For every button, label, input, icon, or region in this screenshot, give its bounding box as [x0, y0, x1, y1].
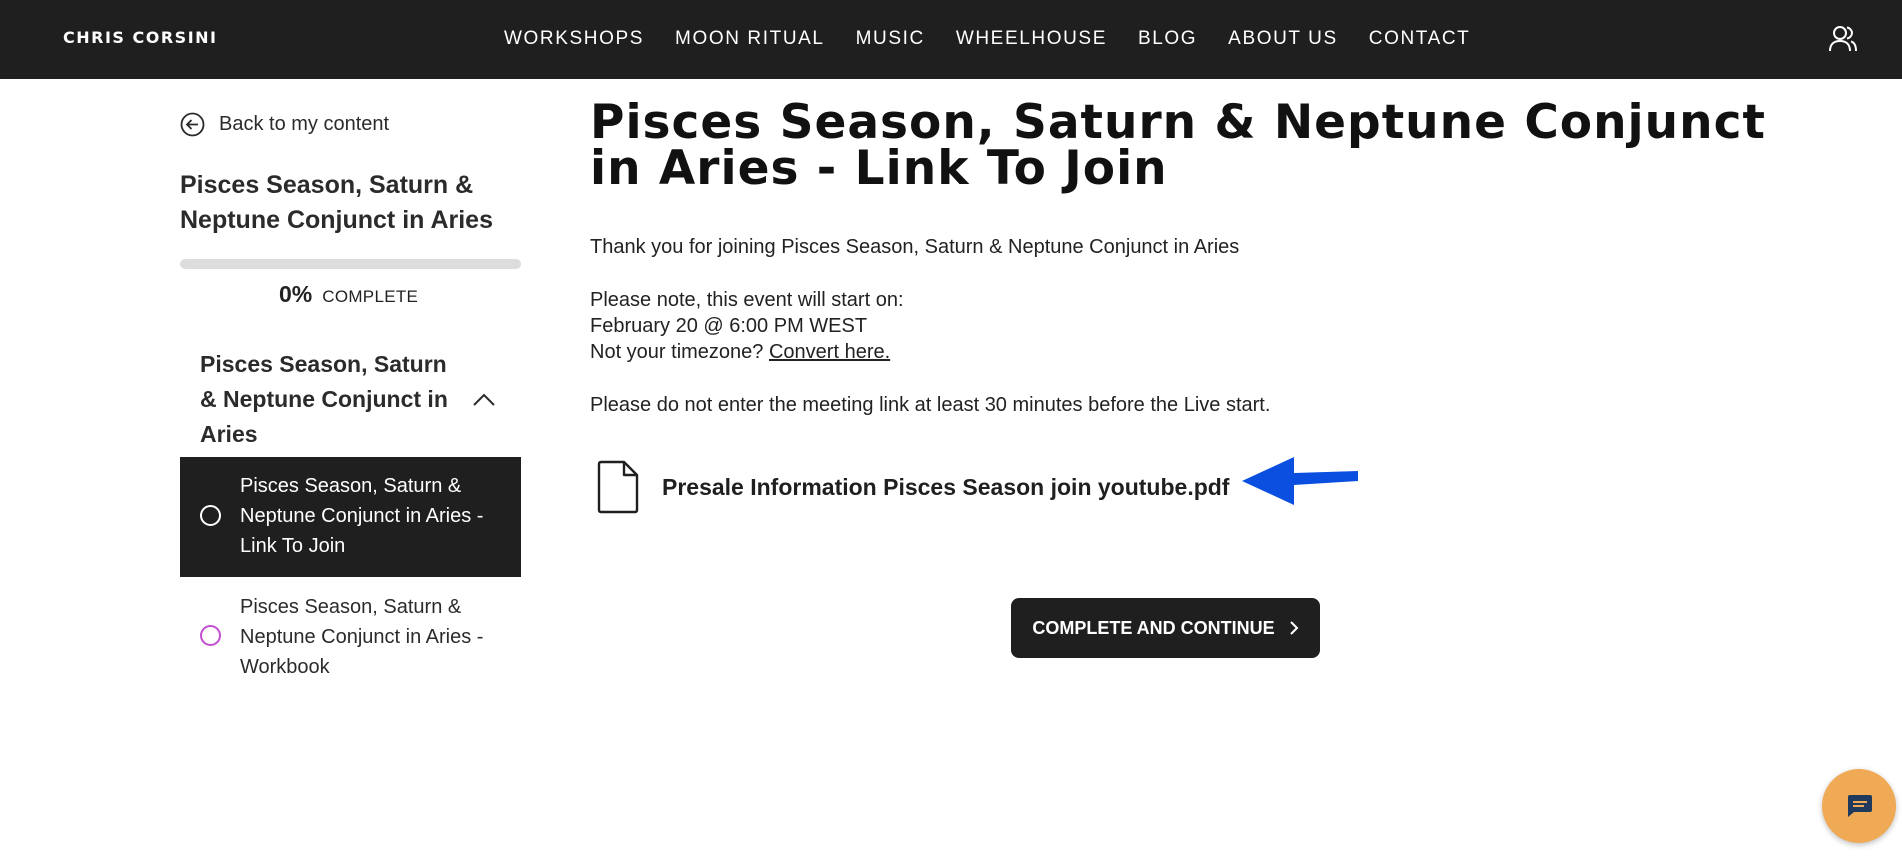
back-to-content-link[interactable]: Back to my content: [180, 112, 389, 137]
complete-and-continue-button[interactable]: COMPLETE AND CONTINUE: [1011, 598, 1320, 658]
chat-bubble-icon: [1848, 795, 1872, 817]
thank-you-text: Thank you for joining Pisces Season, Sat…: [590, 236, 1240, 258]
back-link-label: Back to my content: [219, 113, 390, 135]
progress-text: 0% COMPLETE: [279, 281, 418, 308]
page-title: Pisces Season, Saturn & Neptune Conjunct…: [590, 95, 1766, 196]
timezone-prefix: Not your timezone?: [590, 341, 764, 363]
chat-widget-button[interactable]: [1822, 769, 1896, 843]
section-title: Pisces Season, Saturn & Neptune Conjunct…: [200, 351, 448, 447]
lesson-label: Pisces Season, Saturn & Neptune Conjunct…: [240, 596, 484, 678]
nav-workshops[interactable]: WORKSHOPS: [504, 28, 644, 50]
lesson-item-workbook[interactable]: Pisces Season, Saturn & Neptune Conjunct…: [180, 578, 521, 698]
cta-label: COMPLETE AND CONTINUE: [1032, 617, 1275, 638]
lesson-item-link-to-join[interactable]: Pisces Season, Saturn & Neptune Conjunct…: [180, 457, 521, 577]
section-header[interactable]: Pisces Season, Saturn & Neptune Conjunct…: [180, 347, 521, 453]
lesson-status-circle-icon: [200, 505, 221, 526]
top-navigation-bar: CHRIS CORSINI WORKSHOPS MOON RITUAL MUSI…: [0, 0, 1902, 79]
back-arrow-icon: [180, 112, 205, 137]
attachment-filename: Presale Information Pisces Season join y…: [662, 473, 1230, 500]
brand-logo[interactable]: CHRIS CORSINI: [63, 28, 217, 47]
timezone-text: Not your timezone? Convert here.: [590, 339, 890, 365]
convert-timezone-link[interactable]: Convert here.: [769, 341, 890, 363]
pdf-attachment-link[interactable]: Presale Information Pisces Season join y…: [596, 460, 1229, 514]
progress-bar: [180, 259, 521, 269]
nav-moon-ritual[interactable]: MOON RITUAL: [675, 28, 825, 50]
meeting-warning-text: Please do not enter the meeting link at …: [590, 394, 1271, 416]
chevron-right-icon: [1289, 621, 1299, 635]
main-nav: WORKSHOPS MOON RITUAL MUSIC WHEELHOUSE B…: [504, 28, 1501, 50]
course-title: Pisces Season, Saturn & Neptune Conjunct…: [180, 171, 493, 234]
chevron-up-icon[interactable]: [472, 393, 496, 407]
document-icon: [597, 460, 639, 514]
nav-music[interactable]: MUSIC: [856, 28, 925, 50]
lesson-status-circle-icon: [200, 625, 221, 646]
nav-about-us[interactable]: ABOUT US: [1228, 28, 1338, 50]
lesson-label: Pisces Season, Saturn & Neptune Conjunct…: [240, 475, 484, 557]
event-date-text: February 20 @ 6:00 PM WEST: [590, 315, 868, 337]
nav-contact[interactable]: CONTACT: [1369, 28, 1471, 50]
event-note-text: Please note, this event will start on:: [590, 289, 904, 311]
nav-blog[interactable]: BLOG: [1138, 28, 1197, 50]
annotation-arrow-icon: [1242, 457, 1358, 505]
user-group-icon[interactable]: [1828, 25, 1858, 53]
nav-wheelhouse[interactable]: WHEELHOUSE: [956, 28, 1107, 50]
progress-label: COMPLETE: [322, 287, 419, 306]
progress-percent: 0%: [279, 281, 313, 307]
